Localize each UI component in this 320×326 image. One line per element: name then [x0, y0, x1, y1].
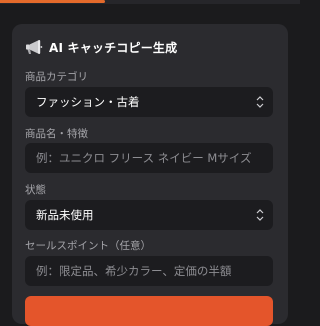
selling-points-input[interactable]: 例：限定品、希少カラー、定価の半額: [25, 256, 273, 286]
card-header: AI キャッチコピー生成: [25, 37, 177, 57]
card-title: AI キャッチコピー生成: [49, 40, 178, 55]
select-arrows-icon: [256, 95, 264, 109]
selling-points-label: セールスポイント（任意）: [25, 240, 151, 252]
condition-label: 状態: [25, 184, 46, 196]
category-select[interactable]: ファッション・古着: [25, 87, 273, 117]
selling-points-placeholder: 例：限定品、希少カラー、定価の半額: [36, 264, 232, 278]
condition-selected-value: 新品未使用: [36, 208, 94, 222]
category-label: 商品カテゴリ: [25, 71, 88, 83]
product-name-input[interactable]: 例：ユニクロ フリース ネイビー Mサイズ: [25, 143, 273, 173]
condition-select[interactable]: 新品未使用: [25, 200, 273, 230]
top-progress-bar: [0, 0, 300, 4]
progress-fill: [0, 0, 105, 3]
category-selected-value: ファッション・古着: [36, 95, 140, 109]
generate-button[interactable]: [25, 296, 273, 326]
select-arrows-icon: [256, 208, 264, 222]
copy-generator-card: AI キャッチコピー生成 商品カテゴリ ファッション・古着 商品名・特徴 例：ユ…: [12, 24, 288, 326]
megaphone-icon: [25, 38, 43, 56]
product-name-placeholder: 例：ユニクロ フリース ネイビー Mサイズ: [36, 151, 252, 165]
product-name-label: 商品名・特徴: [25, 128, 88, 140]
